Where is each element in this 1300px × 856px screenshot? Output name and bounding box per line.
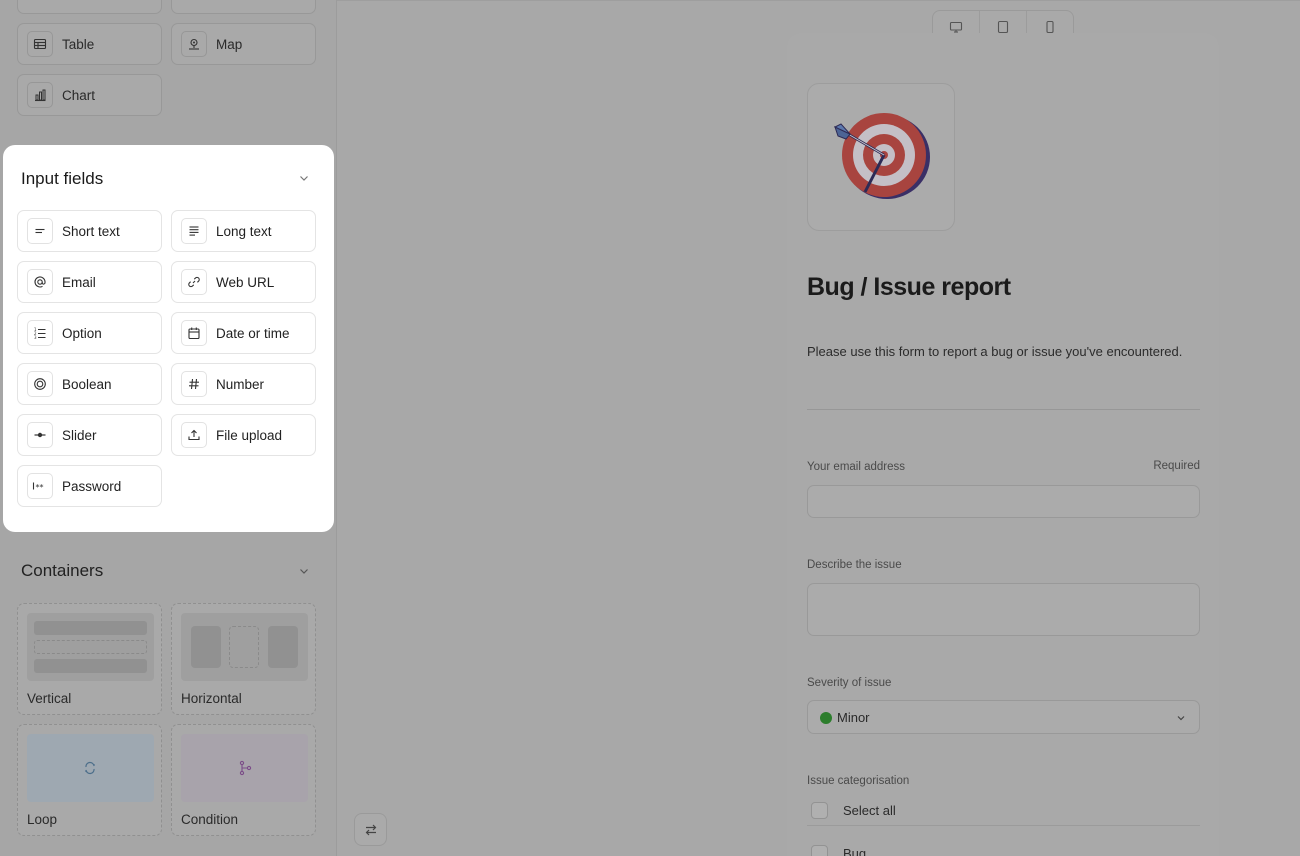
field-date-time[interactable]: Date or time (171, 312, 316, 354)
branch-icon (239, 760, 252, 776)
field-label: Option (62, 325, 102, 341)
form-logo[interactable] (807, 83, 955, 231)
field-label: File upload (216, 427, 283, 443)
svg-text:3: 3 (34, 335, 37, 340)
container-loop[interactable]: Loop (17, 724, 162, 836)
chevron-down-icon[interactable] (297, 171, 311, 185)
container-condition[interactable]: Condition (171, 724, 316, 836)
divider (807, 409, 1200, 410)
mobile-icon (1046, 20, 1054, 33)
svg-text:**: ** (36, 483, 44, 492)
checkbox[interactable] (811, 802, 828, 819)
field-label: Long text (216, 223, 272, 239)
field-password[interactable]: ** Password (17, 465, 162, 507)
field-file-upload[interactable]: File upload (171, 414, 316, 456)
table-icon (27, 31, 53, 57)
form-description: Please use this form to report a bug or … (807, 344, 1183, 359)
option-label: Select all (843, 803, 896, 818)
option-select-all[interactable]: Select all (807, 796, 1200, 826)
bar-chart-icon (27, 82, 53, 108)
input-fields-title: Input fields (21, 169, 104, 188)
form-title: Bug / Issue report (807, 273, 1011, 301)
green-circle-icon (820, 711, 832, 724)
loop-icon (85, 761, 95, 775)
field-slider[interactable]: Slider (17, 414, 162, 456)
calendar-icon (181, 320, 207, 346)
container-label: Condition (181, 812, 239, 827)
field-option[interactable]: 123 Option (17, 312, 162, 354)
tile-label: Table (62, 36, 95, 52)
long-text-icon (181, 218, 207, 244)
short-text-icon (27, 218, 53, 244)
map-pin-icon (181, 31, 207, 57)
list-icon: 123 (27, 320, 53, 346)
container-label: Horizontal (181, 691, 242, 706)
severity-select[interactable]: Minor (807, 700, 1200, 734)
tile-chart[interactable]: Chart (17, 74, 162, 116)
email-field[interactable] (807, 485, 1200, 518)
field-label: Short text (62, 223, 120, 239)
condition-preview (181, 734, 308, 802)
tile-label: Chart (62, 87, 96, 103)
container-label: Vertical (27, 691, 72, 706)
field-label: Boolean (62, 376, 112, 392)
upload-icon (181, 422, 207, 448)
field-label: Web URL (216, 274, 275, 290)
container-label: Loop (27, 812, 58, 827)
field-label: Date or time (216, 325, 290, 341)
field-number[interactable]: Number (171, 363, 316, 405)
tile-table[interactable]: Table (17, 23, 162, 65)
swap-button[interactable] (354, 813, 387, 846)
field-email[interactable]: Email (17, 261, 162, 303)
field-web-url[interactable]: Web URL (171, 261, 316, 303)
form-preview: Bug / Issue report Please use this form … (787, 33, 1219, 856)
checkbox[interactable] (811, 844, 828, 856)
field-long-text[interactable]: Long text (171, 210, 316, 252)
describe-label: Describe the issue (807, 559, 902, 571)
field-label: Password (62, 478, 122, 494)
categorisation-label: Issue categorisation (807, 775, 910, 787)
link-icon (181, 269, 207, 295)
severity-label: Severity of issue (807, 677, 892, 689)
field-boolean[interactable]: Boolean (17, 363, 162, 405)
tile-partial-right[interactable] (171, 0, 316, 14)
option-bug[interactable]: Bug (807, 838, 1200, 856)
severity-value: Minor (820, 710, 870, 725)
containers-title: Containers (21, 561, 104, 580)
chevron-down-icon[interactable] (297, 564, 311, 578)
password-icon: ** (27, 473, 53, 499)
tile-label: Map (216, 36, 243, 52)
field-label: Slider (62, 427, 97, 443)
field-label: Email (62, 274, 96, 290)
tablet-icon (997, 20, 1009, 33)
loop-preview (27, 734, 154, 802)
email-label: Your email address (807, 461, 906, 473)
tile-map[interactable]: Map (171, 23, 316, 65)
container-vertical[interactable]: Vertical (17, 603, 162, 715)
swap-arrows-icon (365, 824, 376, 835)
toggle-circle-icon (27, 371, 53, 397)
container-horizontal[interactable]: Horizontal (171, 603, 316, 715)
severity-text: Minor (837, 710, 870, 725)
vertical-preview (27, 613, 154, 681)
tile-partial-left[interactable] (17, 0, 162, 14)
horizontal-preview (181, 613, 308, 681)
input-fields-panel: Input fields Short text Long text Email … (3, 145, 334, 532)
slider-icon (27, 422, 53, 448)
field-short-text[interactable]: Short text (17, 210, 162, 252)
chevron-down-icon (1177, 716, 1185, 721)
describe-textarea[interactable] (807, 583, 1200, 636)
hash-icon (181, 371, 207, 397)
field-label: Number (216, 376, 265, 392)
target-dart-icon (833, 113, 930, 199)
required-indicator: Required (1153, 460, 1200, 472)
desktop-icon (949, 21, 963, 33)
at-sign-icon (27, 269, 53, 295)
option-label: Bug (843, 845, 867, 856)
